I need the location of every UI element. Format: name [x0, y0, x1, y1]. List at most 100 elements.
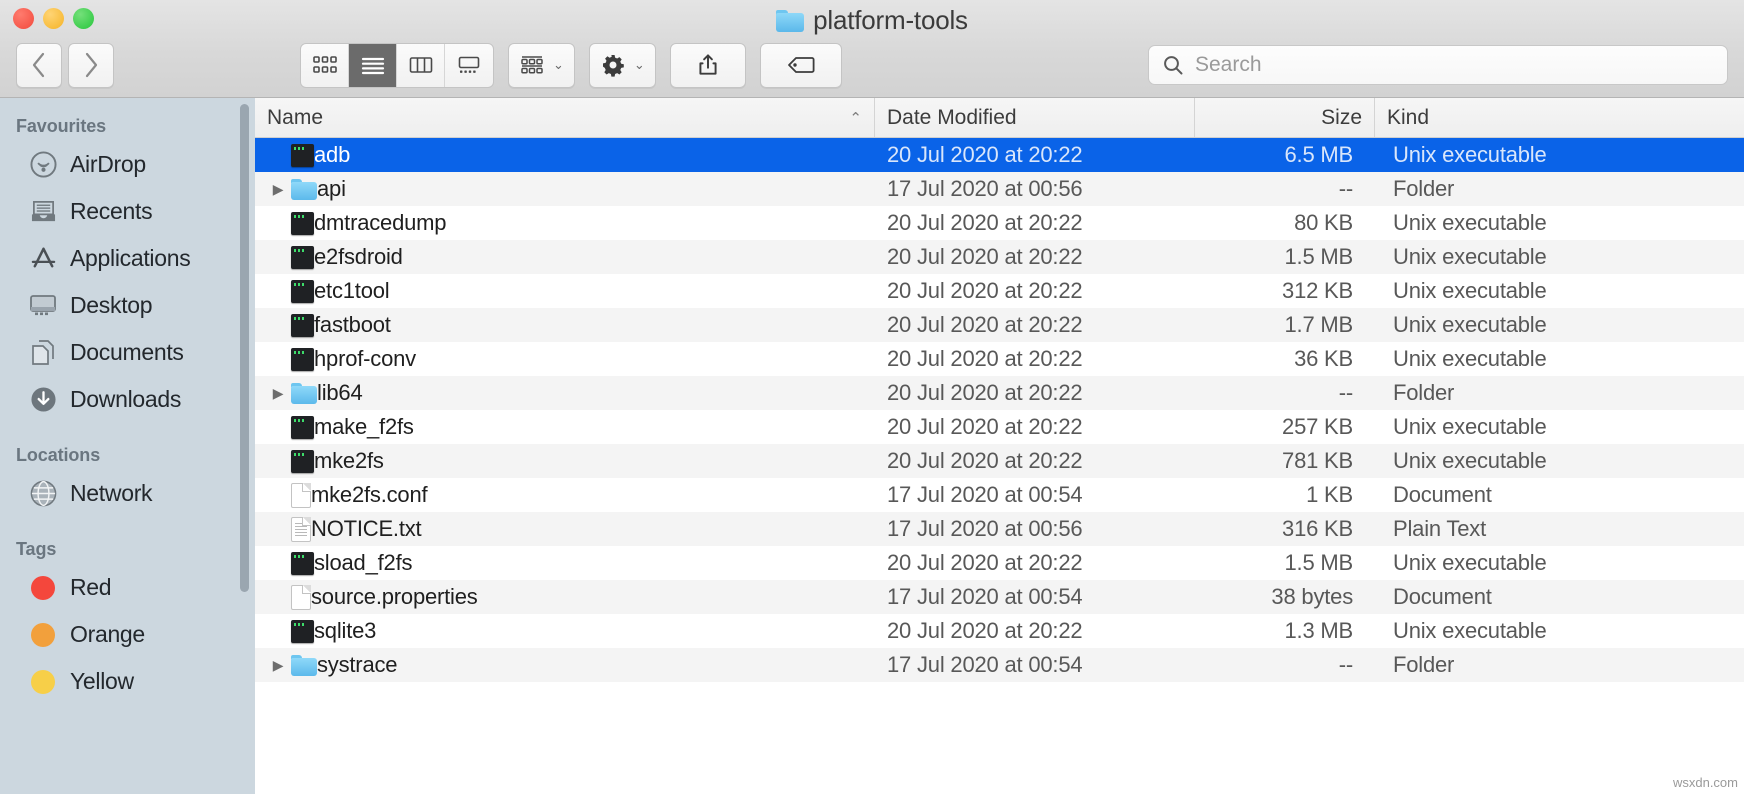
- watermark: wsxdn.com: [1673, 775, 1738, 790]
- file-size: 257 KB: [1195, 414, 1375, 440]
- forward-button[interactable]: [68, 43, 114, 88]
- sidebar-scrollbar[interactable]: [240, 104, 249, 592]
- column-view-button[interactable]: [397, 44, 445, 87]
- group-by-button[interactable]: ⌄: [508, 43, 575, 88]
- table-row[interactable]: fastboot20 Jul 2020 at 20:221.7 MBUnix e…: [255, 308, 1744, 342]
- column-header-date-modified[interactable]: Date Modified: [875, 98, 1195, 137]
- table-row[interactable]: sqlite320 Jul 2020 at 20:221.3 MBUnix ex…: [255, 614, 1744, 648]
- sidebar-item-network[interactable]: Network: [0, 470, 255, 517]
- file-name: sqlite3: [314, 618, 376, 644]
- sidebar-item-desktop[interactable]: Desktop: [0, 282, 255, 329]
- sidebar-heading-locations: Locations: [0, 423, 255, 470]
- toolbar: ⌄ ⌄: [0, 40, 1744, 90]
- list-view-button[interactable]: [349, 44, 397, 87]
- table-row[interactable]: hprof-conv20 Jul 2020 at 20:2236 KBUnix …: [255, 342, 1744, 376]
- documents-icon: [28, 338, 58, 368]
- file-size: 1.5 MB: [1195, 244, 1375, 270]
- table-row[interactable]: NOTICE.txt 17 Jul 2020 at 00:56316 KBPlai…: [255, 512, 1744, 546]
- table-row[interactable]: ▶systrace17 Jul 2020 at 00:54--Folder: [255, 648, 1744, 682]
- file-date-modified: 17 Jul 2020 at 00:56: [875, 516, 1195, 542]
- file-date-modified: 20 Jul 2020 at 20:22: [875, 550, 1195, 576]
- file-date-modified: 17 Jul 2020 at 00:54: [875, 652, 1195, 678]
- file-date-modified: 20 Jul 2020 at 20:22: [875, 312, 1195, 338]
- tag-dot-icon: [28, 667, 58, 697]
- table-row[interactable]: mke2fs20 Jul 2020 at 20:22781 KBUnix exe…: [255, 444, 1744, 478]
- file-kind: Unix executable: [1375, 618, 1744, 644]
- disclosure-triangle-icon[interactable]: ▶: [265, 657, 291, 674]
- file-kind: Unix executable: [1375, 550, 1744, 576]
- file-kind: Plain Text: [1375, 516, 1744, 542]
- sidebar-item-airdrop[interactable]: AirDrop: [0, 141, 255, 188]
- list-icon: [360, 55, 386, 75]
- file-name: hprof-conv: [314, 346, 416, 372]
- file-kind: Unix executable: [1375, 414, 1744, 440]
- table-row[interactable]: mke2fs.conf17 Jul 2020 at 00:541 KBDocum…: [255, 478, 1744, 512]
- file-date-modified: 17 Jul 2020 at 00:56: [875, 176, 1195, 202]
- file-kind: Folder: [1375, 176, 1744, 202]
- group-by-icon: [519, 54, 545, 76]
- file-name: api: [317, 176, 346, 202]
- column-header-name[interactable]: Name ⌃: [255, 98, 875, 137]
- document-icon: [291, 483, 311, 508]
- file-name: make_f2fs: [314, 414, 414, 440]
- table-row[interactable]: dmtracedump20 Jul 2020 at 20:2280 KBUnix…: [255, 206, 1744, 240]
- sidebar-item-tag-yellow[interactable]: Yellow: [0, 658, 255, 705]
- file-name-cell: mke2fs: [255, 448, 875, 474]
- table-row[interactable]: adb20 Jul 2020 at 20:226.5 MBUnix execut…: [255, 138, 1744, 172]
- finder-window: platform-tools: [0, 0, 1744, 794]
- back-button[interactable]: [16, 43, 62, 88]
- file-rows: adb20 Jul 2020 at 20:226.5 MBUnix execut…: [255, 138, 1744, 794]
- sidebar-item-label: Orange: [70, 621, 145, 648]
- table-row[interactable]: etc1tool20 Jul 2020 at 20:22312 KBUnix e…: [255, 274, 1744, 308]
- file-name: mke2fs: [314, 448, 384, 474]
- table-row[interactable]: ▶api17 Jul 2020 at 00:56--Folder: [255, 172, 1744, 206]
- folder-icon: [776, 10, 804, 32]
- table-row[interactable]: sload_f2fs20 Jul 2020 at 20:221.5 MBUnix…: [255, 546, 1744, 580]
- window-title: platform-tools: [0, 5, 1744, 36]
- file-kind: Unix executable: [1375, 244, 1744, 270]
- column-header-label: Kind: [1387, 106, 1429, 130]
- file-kind: Unix executable: [1375, 448, 1744, 474]
- disclosure-triangle-icon[interactable]: ▶: [265, 385, 291, 402]
- gallery-icon: [456, 55, 482, 75]
- title-bar: platform-tools: [0, 0, 1744, 98]
- window-body: Favourites AirDrop: [0, 98, 1744, 794]
- network-icon: [28, 479, 58, 509]
- search-field[interactable]: Search: [1148, 45, 1728, 85]
- column-header-kind[interactable]: Kind: [1375, 98, 1744, 137]
- gallery-view-button[interactable]: [445, 44, 493, 87]
- file-size: 781 KB: [1195, 448, 1375, 474]
- sidebar-item-recents[interactable]: Recents: [0, 188, 255, 235]
- sidebar-item-downloads[interactable]: Downloads: [0, 376, 255, 423]
- file-name: NOTICE.txt: [311, 516, 421, 542]
- file-kind: Document: [1375, 584, 1744, 610]
- file-name: sload_f2fs: [314, 550, 412, 576]
- file-date-modified: 17 Jul 2020 at 00:54: [875, 482, 1195, 508]
- file-name-cell: e2fsdroid: [255, 244, 875, 270]
- tags-button[interactable]: [760, 43, 842, 88]
- gear-icon: [600, 53, 626, 77]
- sidebar-item-applications[interactable]: Applications: [0, 235, 255, 282]
- share-button[interactable]: [670, 43, 746, 88]
- search-icon: [1161, 53, 1185, 77]
- sidebar-item-documents[interactable]: Documents: [0, 329, 255, 376]
- sidebar-heading-tags: Tags: [0, 517, 255, 564]
- icon-view-button[interactable]: [301, 44, 349, 87]
- sidebar-item-tag-orange[interactable]: Orange: [0, 611, 255, 658]
- action-menu-button[interactable]: ⌄: [589, 43, 656, 88]
- table-row[interactable]: e2fsdroid20 Jul 2020 at 20:221.5 MBUnix …: [255, 240, 1744, 274]
- search-placeholder: Search: [1195, 53, 1262, 77]
- table-row[interactable]: source.properties17 Jul 2020 at 00:5438 …: [255, 580, 1744, 614]
- table-row[interactable]: ▶lib6420 Jul 2020 at 20:22--Folder: [255, 376, 1744, 410]
- file-name: etc1tool: [314, 278, 389, 304]
- file-date-modified: 20 Jul 2020 at 20:22: [875, 278, 1195, 304]
- plain-text-icon: [291, 517, 311, 542]
- table-row[interactable]: make_f2fs20 Jul 2020 at 20:22257 KBUnix …: [255, 410, 1744, 444]
- unix-executable-icon: [291, 246, 314, 269]
- sidebar-item-tag-red[interactable]: Red: [0, 564, 255, 611]
- file-name-cell: dmtracedump: [255, 210, 875, 236]
- file-name: source.properties: [311, 584, 478, 610]
- file-size: 316 KB: [1195, 516, 1375, 542]
- column-header-size[interactable]: Size: [1195, 98, 1375, 137]
- disclosure-triangle-icon[interactable]: ▶: [265, 181, 291, 198]
